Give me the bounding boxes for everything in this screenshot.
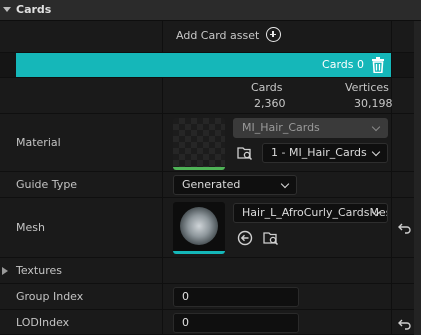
material-asset-value: MI_Hair_Cards (242, 121, 320, 134)
use-selected-icon[interactable] (237, 230, 253, 246)
section-title: Cards (16, 3, 52, 16)
cards-group-bar[interactable]: Cards 0 (16, 53, 391, 77)
material-slot-dropdown[interactable]: 1 - MI_Hair_Cards (262, 143, 388, 163)
chevron-down-icon (371, 122, 381, 132)
plus-circle-icon[interactable] (266, 27, 281, 42)
group-index-label: Group Index (16, 290, 84, 303)
textures-row[interactable]: Textures (0, 258, 421, 284)
mesh-thumbnail[interactable] (173, 202, 225, 254)
guide-type-dropdown[interactable]: Generated (173, 175, 297, 195)
mesh-asset-picker[interactable]: Hair_L_AfroCurly_CardsMesh (233, 203, 388, 223)
reset-arrow-icon[interactable] (398, 318, 412, 330)
group-index-input[interactable]: 0 (173, 287, 299, 307)
vertices-value: 30,198 (354, 97, 393, 110)
lod-index-label: LODIndex (16, 316, 70, 329)
expand-triangle-icon[interactable] (2, 267, 8, 275)
guide-type-label: Guide Type (16, 178, 78, 191)
browse-icon[interactable] (237, 145, 253, 161)
scrollbar-track[interactable] (414, 21, 421, 335)
material-asset-picker[interactable]: MI_Hair_Cards (233, 118, 388, 138)
cards-count-value: 2,360 (254, 97, 286, 110)
chevron-down-icon (371, 147, 381, 157)
guide-type-value: Generated (182, 178, 241, 191)
textures-label: Textures (16, 264, 62, 277)
collapse-triangle-icon[interactable] (3, 7, 11, 12)
lod-index-input[interactable]: 0 (173, 313, 299, 333)
add-card-label: Add Card asset (176, 29, 260, 42)
mesh-asset-value: Hair_L_AfroCurly_CardsMesh (242, 206, 388, 219)
section-header-cards[interactable]: Cards (0, 0, 421, 21)
reset-arrow-icon[interactable] (398, 222, 412, 234)
cards-group-label: Cards 0 (322, 58, 364, 71)
cards-count-header: Cards (251, 81, 283, 94)
browse-icon[interactable] (263, 230, 279, 246)
mesh-label: Mesh (16, 221, 45, 234)
chevron-down-icon (280, 179, 290, 189)
material-label: Material (16, 136, 61, 149)
add-card-row: Add Card asset (0, 21, 421, 53)
vertices-header: Vertices (345, 81, 389, 94)
cards-details-panel: Cards Add Card asset Cards 0 Cards 2,360… (0, 0, 421, 335)
trash-icon[interactable] (371, 57, 385, 73)
material-thumbnail[interactable] (173, 118, 225, 170)
material-slot-value: 1 - MI_Hair_Cards (271, 146, 367, 159)
